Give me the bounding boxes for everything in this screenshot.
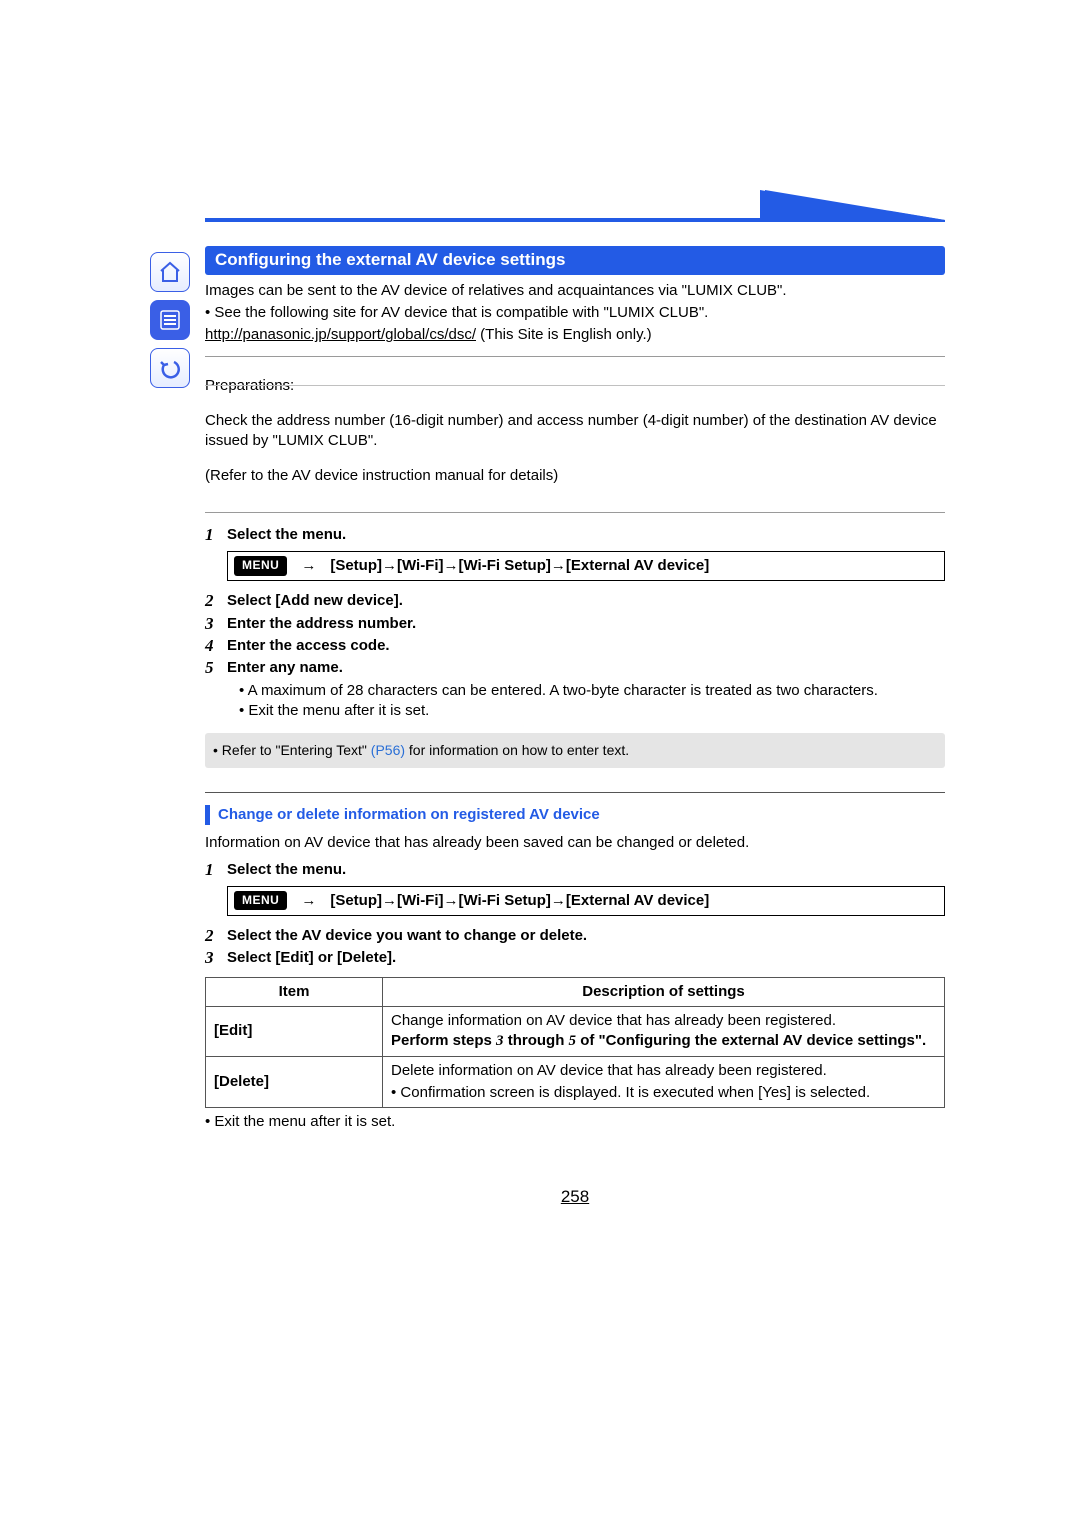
menu-path-box: MENU → [Setup]→[Wi-Fi]→[Wi-Fi Setup]→[Ex… [227, 886, 945, 916]
back-icon[interactable] [150, 348, 190, 388]
intro-block: Images can be sent to the AV device of r… [205, 281, 945, 346]
menu-chip: MENU [234, 891, 287, 910]
step-title: Select [Edit] or [Delete]. [227, 948, 945, 968]
preparations-box: Preparations: Check the address number (… [205, 356, 945, 513]
step-ref: 3 [496, 1033, 504, 1049]
menu-path: [Setup]→[Wi-Fi]→[Wi-Fi Setup]→[External … [330, 556, 709, 576]
step-subnote: A maximum of 28 characters can be entere… [239, 681, 945, 701]
page-reference[interactable]: (P56) [371, 742, 405, 758]
step-ref: 5 [569, 1033, 577, 1049]
arrow-icon: → [301, 891, 316, 911]
table-item: [Edit] [206, 1007, 383, 1057]
step-subnote: Exit the menu after it is set. [239, 701, 945, 721]
compat-link[interactable]: http://panasonic.jp/support/global/cs/ds… [205, 326, 476, 343]
sub-heading: Change or delete information on register… [205, 805, 945, 825]
settings-table: Item Description of settings [Edit] Chan… [205, 977, 945, 1108]
note-text: for information on how to enter text. [405, 742, 629, 758]
step-number: 5 [205, 658, 227, 678]
preparations-label: Preparations: [205, 376, 945, 396]
steps-section-b: 1 Select the menu. MENU → [Setup]→[Wi-Fi… [205, 860, 945, 969]
table-desc: Delete information on AV device that has… [383, 1056, 945, 1108]
page-number: 258 [205, 1186, 945, 1209]
steps-section-a: 1 Select the menu. MENU → [Setup]→[Wi-Fi… [205, 525, 945, 721]
table-desc-sub: Confirmation screen is displayed. It is … [391, 1083, 936, 1103]
table-header-desc: Description of settings [383, 977, 945, 1006]
step-title: Enter the address number. [227, 614, 945, 634]
category-tab: Wi-Fi/NFC [205, 190, 945, 222]
step-title: Select the menu. [227, 525, 945, 545]
step-number: 2 [205, 591, 227, 611]
side-nav [150, 252, 190, 388]
toc-icon[interactable] [150, 300, 190, 340]
preparations-text: Check the address number (16-digit numbe… [205, 411, 945, 452]
arrow-icon: → [301, 556, 316, 576]
table-desc-line: Change information on AV device that has… [391, 1011, 936, 1031]
section-title: Configuring the external AV device setti… [205, 246, 945, 275]
step-number: 3 [205, 948, 227, 968]
menu-path-box: MENU → [Setup]→[Wi-Fi]→[Wi-Fi Setup]→[Ex… [227, 551, 945, 581]
intro-line: Images can be sent to the AV device of r… [205, 281, 945, 301]
home-icon[interactable] [150, 252, 190, 292]
table-desc-bold: of "Configuring the external AV device s… [576, 1032, 926, 1049]
table-row: [Edit] Change information on AV device t… [206, 1007, 945, 1057]
step-title: Select the AV device you want to change … [227, 926, 945, 946]
table-desc-bold: Perform steps [391, 1032, 496, 1049]
category-label: Wi-Fi/NFC [211, 195, 276, 214]
sub-heading-wrap: Change or delete information on register… [205, 792, 945, 825]
compat-note: (This Site is English only.) [476, 326, 652, 343]
menu-path: [Setup]→[Wi-Fi]→[Wi-Fi Setup]→[External … [330, 891, 709, 911]
step-title: Select the menu. [227, 860, 945, 880]
after-table-note: Exit the menu after it is set. [205, 1112, 945, 1132]
table-desc-line: Delete information on AV device that has… [391, 1061, 936, 1081]
table-item: [Delete] [206, 1056, 383, 1108]
menu-chip: MENU [234, 556, 287, 575]
intro-line: See the following site for AV device tha… [205, 303, 945, 323]
step-number: 1 [205, 525, 227, 545]
table-row: [Delete] Delete information on AV device… [206, 1056, 945, 1108]
step-number: 3 [205, 614, 227, 634]
step-title: Enter the access code. [227, 636, 945, 656]
step-number: 1 [205, 860, 227, 880]
step-title: Select [Add new device]. [227, 591, 945, 611]
table-desc-bold: through [504, 1032, 569, 1049]
step-number: 2 [205, 926, 227, 946]
step-title: Enter any name. [227, 658, 945, 678]
step-number: 4 [205, 636, 227, 656]
note-text: Refer to "Entering Text" [222, 742, 371, 758]
table-header-item: Item [206, 977, 383, 1006]
note-box: Refer to "Entering Text" (P56) for infor… [205, 733, 945, 768]
intro-b: Information on AV device that has alread… [205, 833, 945, 853]
table-desc: Change information on AV device that has… [383, 1007, 945, 1057]
preparations-text: (Refer to the AV device instruction manu… [205, 466, 945, 486]
